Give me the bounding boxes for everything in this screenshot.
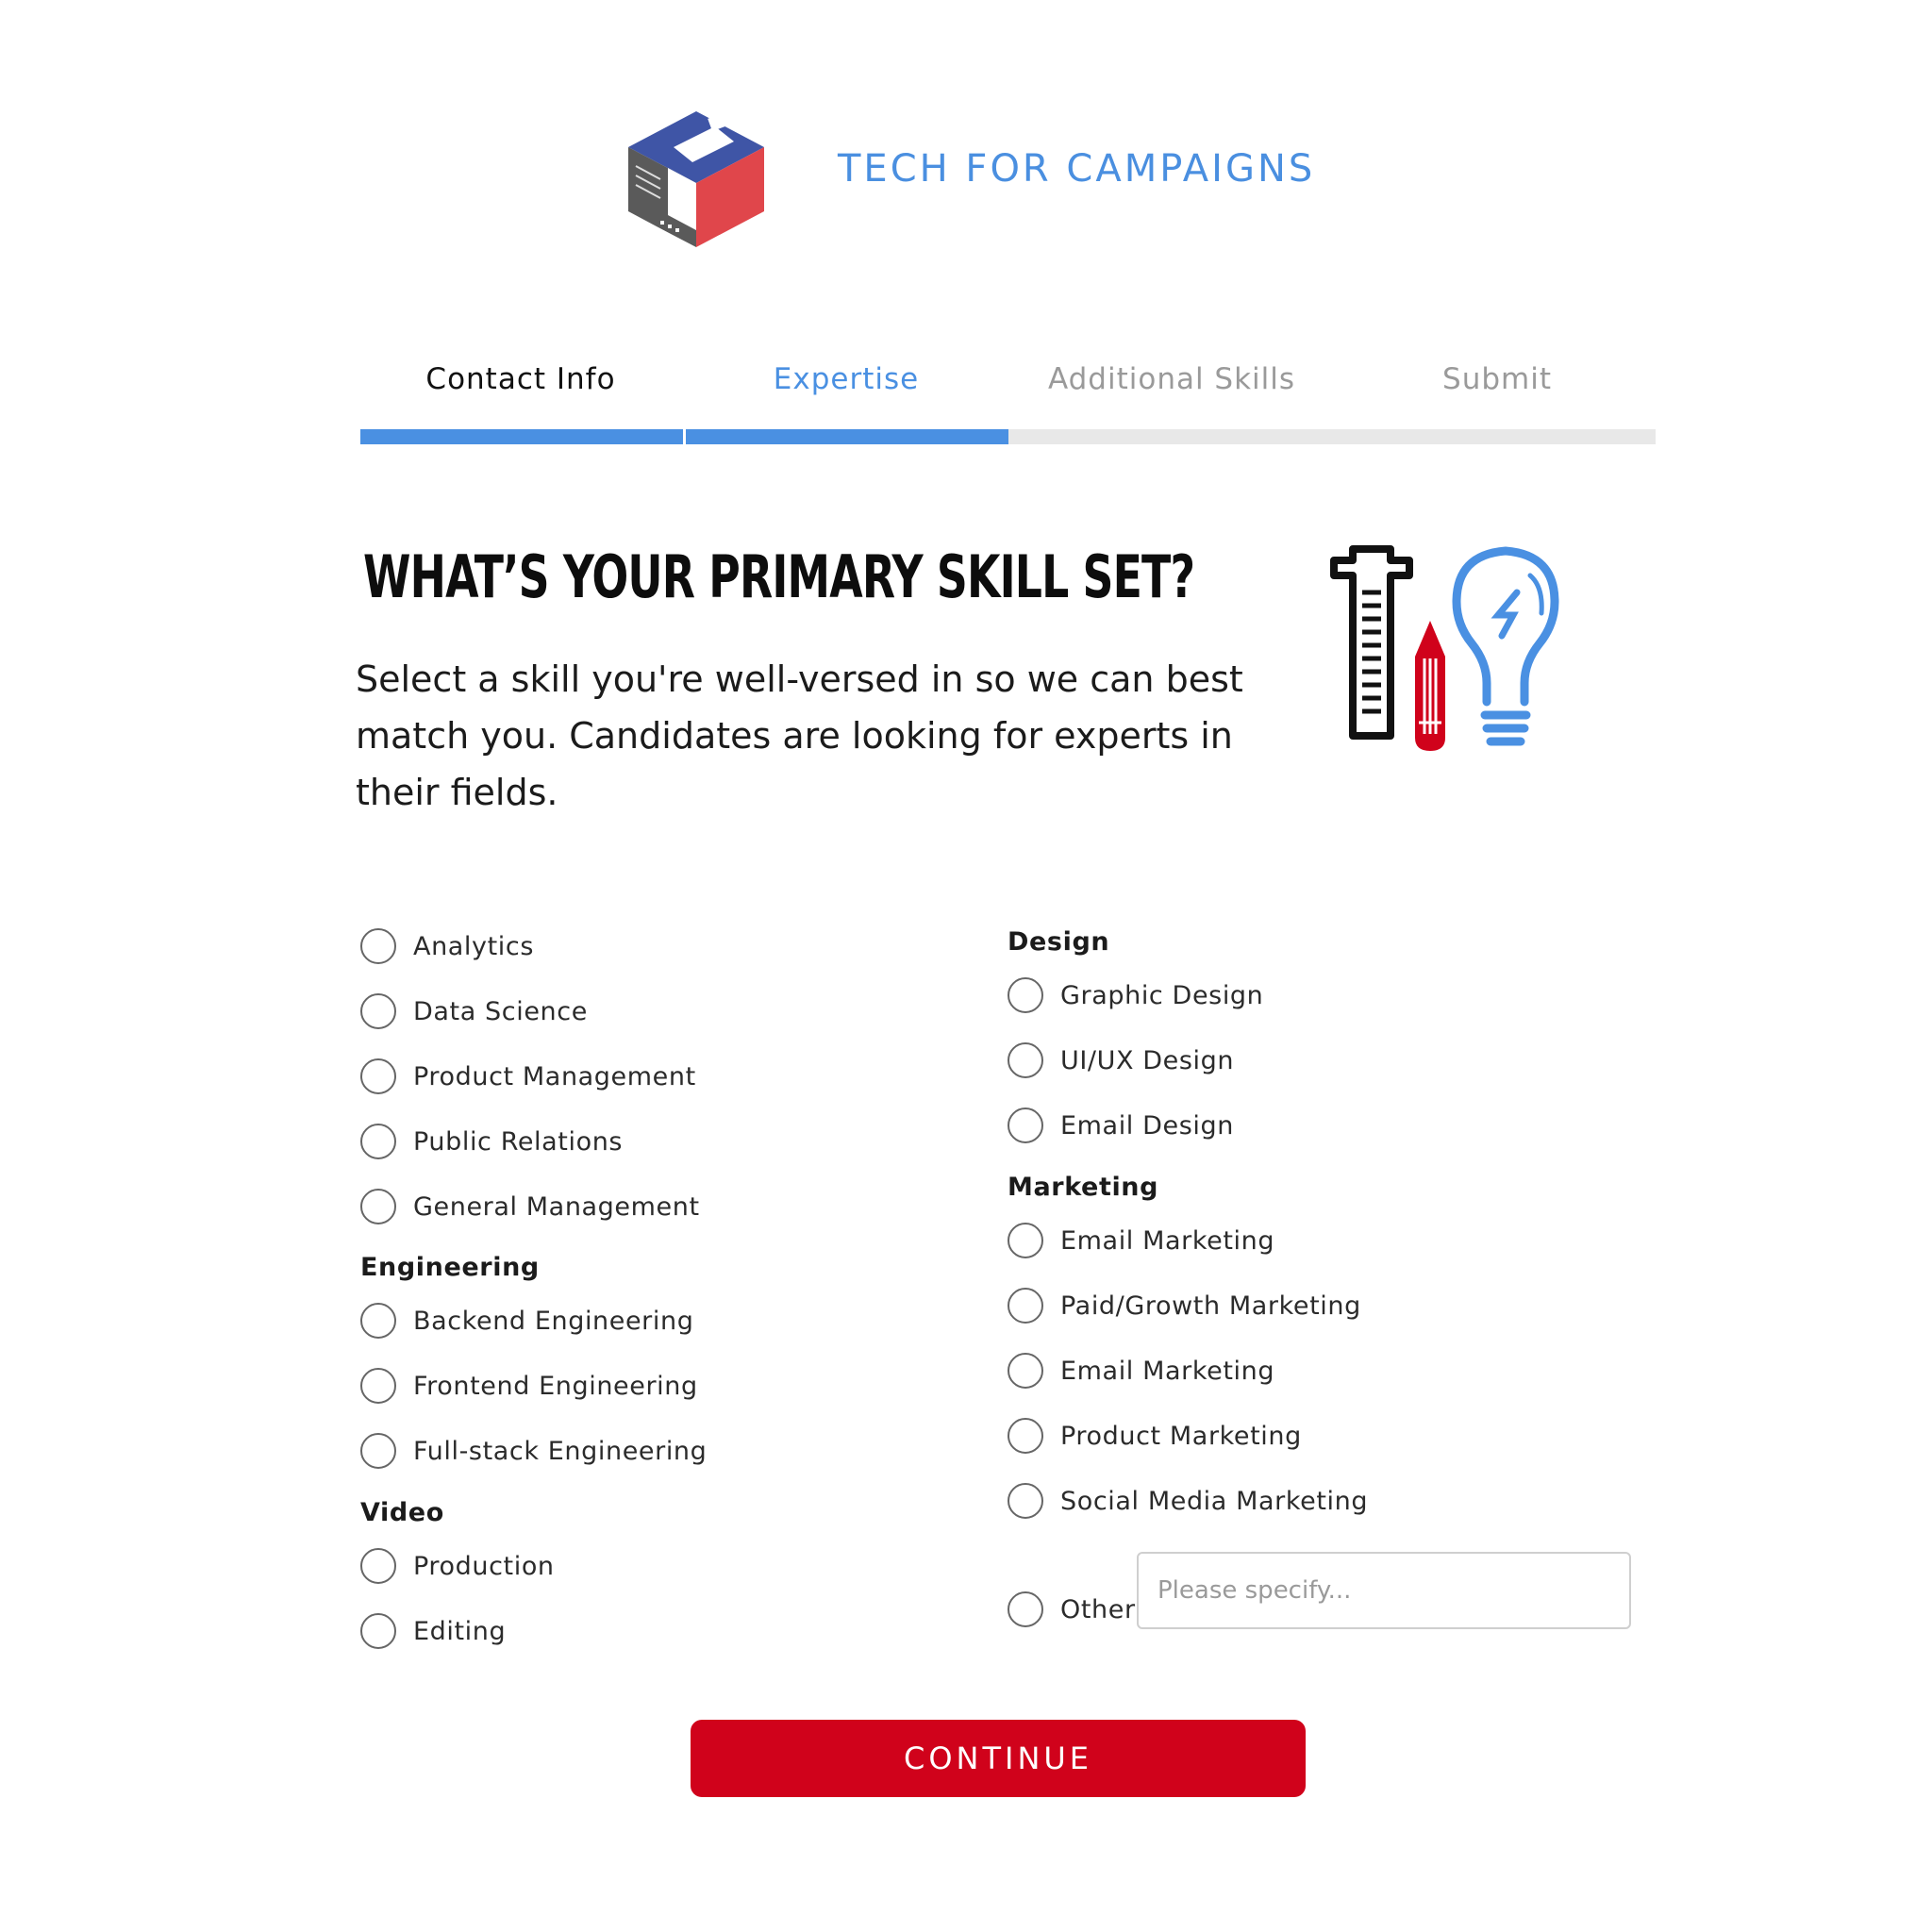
- radio-email-marketing-2[interactable]: [1008, 1353, 1043, 1389]
- radio-product-marketing[interactable]: [1008, 1418, 1043, 1454]
- radio-social-media-marketing[interactable]: [1008, 1483, 1043, 1519]
- option-label: Public Relations: [413, 1126, 624, 1157]
- option-production[interactable]: Production: [360, 1545, 555, 1587]
- option-label: Analytics: [413, 931, 535, 961]
- option-label: Data Science: [413, 996, 588, 1026]
- option-social-media-marketing[interactable]: Social Media Marketing: [1008, 1480, 1368, 1522]
- radio-other[interactable]: [1008, 1591, 1043, 1627]
- radio-editing[interactable]: [360, 1613, 396, 1649]
- option-label: Full-stack Engineering: [413, 1436, 708, 1466]
- question-title: WHAT’S YOUR PRIMARY SKILL SET?: [363, 542, 1195, 611]
- lightbulb-icon: [1452, 546, 1559, 746]
- option-label: Product Management: [413, 1061, 696, 1091]
- radio-full-stack-engineering[interactable]: [360, 1433, 396, 1469]
- option-email-design[interactable]: Email Design: [1008, 1105, 1234, 1146]
- option-graphic-design[interactable]: Graphic Design: [1008, 974, 1263, 1016]
- radio-paid-growth-marketing[interactable]: [1008, 1288, 1043, 1324]
- option-label: Graphic Design: [1060, 980, 1264, 1010]
- radio-email-design[interactable]: [1008, 1108, 1043, 1143]
- option-analytics[interactable]: Analytics: [360, 925, 534, 967]
- brand-name: TECH FOR CAMPAIGNS: [838, 147, 1316, 191]
- radio-graphic-design[interactable]: [1008, 977, 1043, 1013]
- progress-segment-2: [686, 429, 1008, 444]
- option-label: UI/UX Design: [1060, 1045, 1235, 1075]
- brand-logo: [628, 111, 764, 247]
- radio-data-science[interactable]: [360, 993, 396, 1029]
- option-paid-growth-marketing[interactable]: Paid/Growth Marketing: [1008, 1285, 1361, 1326]
- radio-general-management[interactable]: [360, 1189, 396, 1224]
- group-heading-marketing: Marketing: [1008, 1173, 1159, 1202]
- radio-frontend-engineering[interactable]: [360, 1368, 396, 1404]
- radio-production[interactable]: [360, 1548, 396, 1584]
- continue-button[interactable]: CONTINUE: [691, 1720, 1306, 1797]
- progress-track-remaining: [1008, 429, 1656, 444]
- group-heading-engineering: Engineering: [360, 1253, 540, 1282]
- option-general-management[interactable]: General Management: [360, 1186, 700, 1227]
- progress-segment-1: [360, 429, 683, 444]
- radio-backend-engineering[interactable]: [360, 1303, 396, 1339]
- option-full-stack-engineering[interactable]: Full-stack Engineering: [360, 1430, 707, 1472]
- radio-email-marketing[interactable]: [1008, 1223, 1043, 1258]
- option-frontend-engineering[interactable]: Frontend Engineering: [360, 1365, 698, 1407]
- option-ui-ux-design[interactable]: UI/UX Design: [1008, 1040, 1234, 1081]
- option-data-science[interactable]: Data Science: [360, 991, 588, 1032]
- skills-illustration: [1330, 545, 1559, 751]
- option-editing[interactable]: Editing: [360, 1610, 506, 1652]
- step-submit[interactable]: Submit: [1337, 362, 1657, 396]
- option-product-marketing[interactable]: Product Marketing: [1008, 1415, 1302, 1457]
- option-label: Email Marketing: [1060, 1225, 1275, 1256]
- question-intro: Select a skill you're well-versed in so …: [356, 658, 1243, 813]
- option-backend-engineering[interactable]: Backend Engineering: [360, 1300, 693, 1341]
- option-other[interactable]: Other: [1008, 1589, 1136, 1630]
- option-label: Product Marketing: [1060, 1421, 1302, 1451]
- radio-product-management[interactable]: [360, 1058, 396, 1094]
- radio-public-relations[interactable]: [360, 1124, 396, 1159]
- ruler-icon: [1330, 545, 1413, 740]
- option-label: Email Marketing: [1060, 1356, 1275, 1386]
- radio-analytics[interactable]: [360, 928, 396, 964]
- option-email-marketing-2[interactable]: Email Marketing: [1008, 1350, 1274, 1391]
- option-label: Editing: [413, 1616, 507, 1646]
- option-label: Production: [413, 1551, 555, 1581]
- option-label: Other: [1060, 1594, 1136, 1624]
- option-product-management[interactable]: Product Management: [360, 1056, 696, 1097]
- step-expertise[interactable]: Expertise: [686, 362, 1007, 396]
- option-label: Social Media Marketing: [1060, 1486, 1369, 1516]
- option-label: Paid/Growth Marketing: [1060, 1291, 1361, 1321]
- option-label: Backend Engineering: [413, 1306, 694, 1336]
- pencil-icon: [1415, 621, 1445, 751]
- step-contact-info[interactable]: Contact Info: [360, 362, 681, 396]
- option-email-marketing[interactable]: Email Marketing: [1008, 1220, 1274, 1261]
- option-label: Frontend Engineering: [413, 1371, 698, 1401]
- step-additional-skills[interactable]: Additional Skills: [1011, 362, 1332, 396]
- group-heading-video: Video: [360, 1498, 444, 1527]
- radio-ui-ux-design[interactable]: [1008, 1042, 1043, 1078]
- option-label: Email Design: [1060, 1110, 1234, 1141]
- other-specify-input[interactable]: [1137, 1552, 1631, 1629]
- option-label: General Management: [413, 1191, 700, 1222]
- group-heading-design: Design: [1008, 927, 1110, 957]
- option-public-relations[interactable]: Public Relations: [360, 1121, 623, 1162]
